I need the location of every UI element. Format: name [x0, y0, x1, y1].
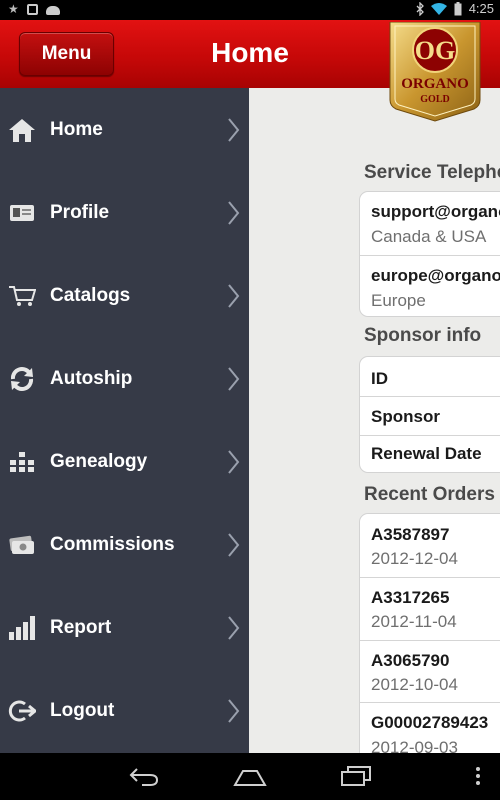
- wifi-icon: [430, 2, 447, 15]
- overflow-menu-icon[interactable]: [474, 765, 482, 787]
- refresh-icon: [8, 365, 36, 393]
- organo-gold-logo: OG ORGANO GOLD: [387, 21, 483, 122]
- home-button-icon[interactable]: [233, 765, 267, 787]
- svg-text:OG: OG: [415, 36, 455, 65]
- page-title: Home: [211, 37, 289, 68]
- table-row[interactable]: A3065790 2012-10-04: [360, 640, 500, 702]
- contact-region: Canada & USA: [371, 227, 487, 246]
- sidebar-item-label: Catalogs: [50, 284, 131, 306]
- order-id: A3065790: [371, 651, 450, 670]
- menu-button-label: Menu: [41, 43, 92, 64]
- chevron-right-icon: [228, 698, 240, 723]
- profile-card-icon: [8, 199, 36, 227]
- money-icon: [8, 531, 36, 559]
- chevron-right-icon: [228, 200, 240, 225]
- svg-text:ORGANO: ORGANO: [401, 76, 469, 92]
- sidebar-item-commissions[interactable]: Commissions: [0, 503, 249, 586]
- clock: 4:25: [468, 1, 494, 16]
- sidebar-item-report[interactable]: Report: [0, 586, 249, 669]
- sidebar-item-logout[interactable]: Logout: [0, 669, 249, 752]
- sidebar-item-home[interactable]: Home: [0, 88, 249, 171]
- chevron-right-icon: [228, 117, 240, 142]
- contact-email: support@organogold.com: [371, 202, 500, 221]
- order-id: A3587897: [371, 525, 450, 544]
- back-icon[interactable]: [128, 765, 160, 787]
- status-bar: ★ 4:25: [0, 0, 500, 20]
- cart-icon: [8, 282, 36, 310]
- chevron-right-icon: [228, 532, 240, 557]
- sidebar-item-profile[interactable]: Profile: [0, 171, 249, 254]
- system-navigation-bar: [0, 753, 500, 800]
- sidebar-menu: Home Profile Catalogs Autoship Genealogy: [0, 88, 249, 753]
- android-notification-icon: [45, 5, 60, 15]
- main-content: Service Telephone support@organogold.com…: [249, 88, 500, 753]
- table-row[interactable]: G00002789423 2012-09-03: [360, 702, 500, 753]
- sidebar-item-label: Report: [50, 616, 112, 638]
- logout-icon: [8, 697, 36, 725]
- menu-button[interactable]: Menu: [19, 32, 114, 76]
- sidebar-item-autoship[interactable]: Autoship: [0, 337, 249, 420]
- service-telephone-card: support@organogold.com Canada & USA euro…: [359, 191, 500, 317]
- list-item: ID: [360, 357, 500, 396]
- order-date: 2012-10-04: [371, 675, 458, 694]
- svg-text:GOLD: GOLD: [420, 94, 449, 105]
- battery-icon: [454, 1, 462, 15]
- order-id: A3317265: [371, 588, 450, 607]
- list-item: Renewal Date: [360, 435, 500, 472]
- sponsor-field-label: Renewal Date: [371, 444, 482, 463]
- service-telephone-heading: Service Telephone: [364, 162, 500, 183]
- sidebar-item-label: Commissions: [50, 533, 175, 555]
- order-date: 2012-12-04: [371, 549, 458, 568]
- list-item: Sponsor: [360, 396, 500, 435]
- chevron-right-icon: [228, 366, 240, 391]
- sidebar-item-label: Logout: [50, 699, 115, 721]
- order-date: 2012-09-03: [371, 738, 458, 753]
- sponsor-field-label: ID: [371, 369, 388, 388]
- bluetooth-icon: [416, 1, 424, 16]
- home-icon: [8, 116, 36, 144]
- bar-chart-icon: [8, 614, 36, 642]
- contact-email: europe@organogold.com: [371, 266, 500, 285]
- contact-region: Europe: [371, 291, 426, 310]
- star-notification-icon: ★: [8, 2, 19, 16]
- table-row[interactable]: A3317265 2012-11-04: [360, 577, 500, 640]
- list-item[interactable]: europe@organogold.com Europe: [360, 255, 500, 316]
- shopping-bag-notification-icon: [26, 3, 38, 15]
- sponsor-info-card: ID Sponsor Renewal Date: [359, 356, 500, 473]
- table-row[interactable]: A3587897 2012-12-04: [360, 514, 500, 577]
- recent-apps-icon[interactable]: [340, 765, 372, 787]
- sidebar-item-label: Genealogy: [50, 450, 148, 472]
- chevron-right-icon: [228, 283, 240, 308]
- recent-orders-card: A3587897 2012-12-04 A3317265 2012-11-04 …: [359, 513, 500, 753]
- sponsor-field-label: Sponsor: [371, 407, 440, 426]
- list-item[interactable]: support@organogold.com Canada & USA: [360, 192, 500, 255]
- sidebar-item-label: Home: [50, 118, 103, 140]
- sidebar-item-label: Autoship: [50, 367, 133, 389]
- sponsor-info-heading: Sponsor info: [364, 325, 482, 346]
- chevron-right-icon: [228, 449, 240, 474]
- sidebar-item-label: Profile: [50, 201, 110, 223]
- order-date: 2012-11-04: [371, 612, 457, 631]
- chevron-right-icon: [228, 615, 240, 640]
- sidebar-item-genealogy[interactable]: Genealogy: [0, 420, 249, 503]
- sidebar-item-catalogs[interactable]: Catalogs: [0, 254, 249, 337]
- tree-icon: [8, 448, 36, 476]
- order-id: G00002789423: [371, 713, 489, 732]
- recent-orders-heading: Recent Orders: [364, 484, 495, 505]
